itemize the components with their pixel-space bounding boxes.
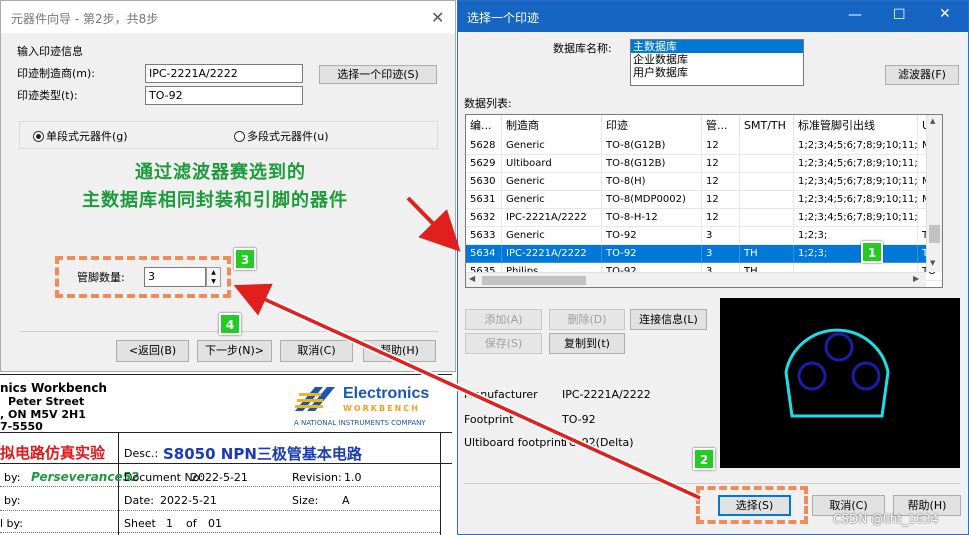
step-badge-3: 3 bbox=[234, 248, 256, 270]
step-badge-2: 2 bbox=[693, 448, 715, 470]
arrow-filter-to-list bbox=[406, 196, 461, 252]
arrow-select-to-pincount bbox=[233, 283, 701, 500]
step-badge-4: 4 bbox=[219, 313, 241, 335]
annotation-line-2: 主数据库相同封装和引脚的器件 bbox=[82, 190, 348, 211]
annotation-arrows bbox=[233, 196, 702, 502]
annotation-line-1: 通过滤波器赛选到的 bbox=[135, 162, 306, 183]
step-badge-1: 1 bbox=[861, 241, 883, 263]
watermark: CSDN @liht_1634 bbox=[833, 512, 939, 526]
